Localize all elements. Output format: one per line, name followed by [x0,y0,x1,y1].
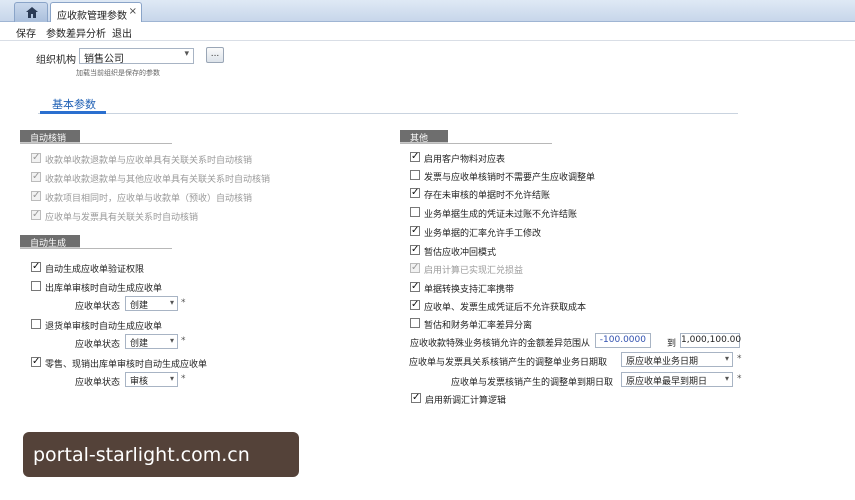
select-value: 原应收单最早到期日 [626,377,708,387]
group-title: 其他 [400,130,448,144]
chevron-down-icon: ▾ [169,298,174,307]
option-label: 存在未审核的单据时不允许结账 [424,191,551,201]
tab-basic-params[interactable]: 基本参数 [52,96,96,112]
adjust-due-date-select[interactable]: 原应收单最早到期日 ▾ [621,372,733,387]
option-label: 启用新调汇计算逻辑 [425,396,507,406]
checkbox[interactable]: ✓ [410,281,420,292]
adjust-due-date-label: 应收单与发票核销产生的调整单到期日取 [451,378,614,388]
option-label: 业务单据的汇率允许手工修改 [424,229,542,239]
option-label: 退货单审核时自动生成应收单 [45,322,163,332]
checkbox[interactable] [410,170,420,180]
tab-label: 应收款管理参数 [57,11,127,22]
home-tab[interactable] [14,2,48,22]
required-mark: * [737,354,742,364]
checkbox[interactable]: ✓ [31,261,41,272]
option-label: 零售、现销出库单审核时自动生成应收单 [45,360,208,370]
other-group-header: 其他 [400,130,552,144]
chevron-down-icon: ▾ [724,354,729,363]
param-diff-button[interactable]: 参数差异分析 [46,25,106,40]
auto-gen-group-header: 自动生成 [20,235,172,249]
checkbox: ✓ [410,262,420,273]
checkbox[interactable]: ✓ [411,392,421,403]
required-mark: * [181,298,186,308]
org-label: 组织机构 [36,55,76,66]
menu-bar: 保存 参数差异分析 退出 [0,22,855,41]
status-select[interactable]: 创建 ▾ [125,334,178,349]
checkbox: ✓ [31,171,41,182]
required-mark: * [181,336,186,346]
option-label: 启用客户物料对应表 [424,155,506,165]
home-icon [26,7,38,18]
tab-receivable-params[interactable]: 应收款管理参数 × [50,2,142,23]
option-label: 启用计算已实现汇兑损益 [424,266,524,276]
option-label: 发票与应收单核销时不需要产生应收调整单 [424,173,596,183]
option-label: 应收单、发票生成凭证后不允许获取成本 [424,303,587,313]
group-title: 自动生成 [20,235,80,249]
option-label: 暂估应收冲回模式 [424,248,497,258]
option-label: 收款单收款退款单与其他应收单具有关联关系时自动核销 [45,175,271,185]
status-select-value: 审核 [130,377,149,387]
checkbox[interactable]: ✓ [410,225,420,236]
status-label: 应收单状态 [75,340,121,350]
close-icon[interactable]: × [129,6,137,17]
amount-range-label: 应收收款特殊业务核销允许的金额差异范围从 [410,339,591,349]
amount-to-input[interactable]: 1,000,100.00 [680,333,741,348]
required-mark: * [181,374,186,384]
org-select-value: 销售公司 [84,54,124,65]
group-title: 自动核销 [20,130,80,144]
option-label: 收款项目相同时，应收单与收款单（预收）自动核销 [45,194,253,204]
org-lookup-button[interactable]: ... [206,47,224,63]
exit-button[interactable]: 退出 [112,25,132,40]
chevron-down-icon: ▾ [184,49,189,59]
auto-verify-group-header: 自动核销 [20,130,172,144]
checkbox[interactable]: ✓ [410,244,420,255]
required-mark: * [737,374,742,384]
option-label: 应收单与发票具有关联关系时自动核销 [45,213,199,223]
status-select[interactable]: 审核 ▾ [125,372,178,387]
active-tab-indicator [40,111,106,114]
chevron-down-icon: ▾ [169,336,174,345]
chevron-down-icon: ▾ [169,374,174,383]
tab-bar: 应收款管理参数 × [0,0,855,23]
checkbox[interactable]: ✓ [31,356,41,367]
org-select[interactable]: 销售公司 ▾ [79,48,194,65]
amount-from-input[interactable]: -100.0000 [595,333,651,348]
status-select-value: 创建 [130,339,149,349]
watermark: portal-starlight.com.cn [23,432,299,477]
checkbox[interactable] [410,318,420,328]
select-value: 原应收单业务日期 [626,357,699,367]
status-select[interactable]: 创建 ▾ [125,296,178,311]
status-label: 应收单状态 [75,378,121,388]
adjust-business-date-label: 应收单与发票具关系核销产生的调整单业务日期取 [409,358,608,368]
adjust-business-date-select[interactable]: 原应收单业务日期 ▾ [621,352,733,367]
option-label: 收款单收款退款单与应收单具有关联关系时自动核销 [45,156,253,166]
checkbox[interactable]: ✓ [410,187,420,198]
option-label: 暂估和财务单汇率差异分离 [424,321,533,331]
divider [38,113,738,114]
org-hint: 加载当前组织是保存的参数 [76,69,160,77]
checkbox[interactable] [31,281,41,291]
range-to-label: 到 [667,339,677,349]
option-label: 业务单据生成的凭证未过账不允许结账 [424,210,578,220]
checkbox[interactable] [31,319,41,329]
checkbox[interactable]: ✓ [410,299,420,310]
checkbox: ✓ [31,209,41,220]
checkbox: ✓ [31,152,41,163]
checkbox[interactable]: ✓ [410,151,420,162]
checkbox[interactable] [410,207,420,217]
save-button[interactable]: 保存 [16,25,36,40]
checkbox: ✓ [31,190,41,201]
chevron-down-icon: ▾ [724,374,729,383]
status-select-value: 创建 [130,301,149,311]
option-label: 单据转换支持汇率携带 [424,285,515,295]
option-label: 自动生成应收单验证权限 [45,265,145,275]
status-label: 应收单状态 [75,302,121,312]
option-label: 出库单审核时自动生成应收单 [45,284,163,294]
